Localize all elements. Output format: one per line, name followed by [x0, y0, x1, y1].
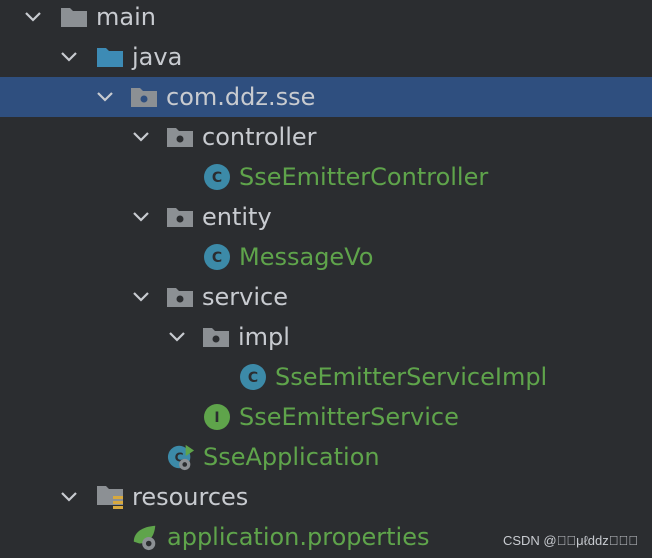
svg-text:C: C	[212, 250, 222, 266]
tree-item-label: entity	[202, 203, 272, 231]
package-icon	[166, 203, 194, 231]
tree-item-label: impl	[238, 323, 290, 351]
class-icon: C	[239, 363, 267, 391]
tree-item-service-interface[interactable]: I SseEmitterService	[0, 397, 652, 437]
tree-item-label: application.properties	[167, 523, 430, 551]
tree-item-label: SseEmitterService	[239, 403, 459, 431]
project-tree: main java com.ddz.sse controller C SseEm…	[0, 0, 652, 558]
chevron-down-icon[interactable]	[94, 86, 116, 108]
tree-item-entity-class[interactable]: C MessageVo	[0, 237, 652, 277]
tree-item-impl-class[interactable]: C SseEmitterServiceImpl	[0, 357, 652, 397]
tree-item-resources[interactable]: resources	[0, 477, 652, 517]
svg-text:C: C	[248, 370, 258, 386]
tree-item-entity[interactable]: entity	[0, 197, 652, 237]
tree-item-application[interactable]: C SseApplication	[0, 437, 652, 477]
tree-item-label: SseApplication	[203, 443, 380, 471]
interface-icon: I	[203, 403, 231, 431]
class-icon: C	[203, 243, 231, 271]
package-icon	[130, 83, 158, 111]
chevron-down-icon[interactable]	[130, 286, 152, 308]
spring-properties-icon	[131, 523, 159, 551]
spring-boot-class-icon: C	[167, 443, 195, 471]
tree-item-controller-class[interactable]: C SseEmitterController	[0, 157, 652, 197]
tree-item-controller[interactable]: controller	[0, 117, 652, 157]
folder-icon	[60, 3, 88, 31]
chevron-down-icon[interactable]	[130, 206, 152, 228]
svg-text:C: C	[212, 170, 222, 186]
chevron-down-icon[interactable]	[166, 326, 188, 348]
package-icon	[202, 323, 230, 351]
tree-item-package[interactable]: com.ddz.sse	[0, 77, 652, 117]
package-icon	[166, 123, 194, 151]
tree-item-service[interactable]: service	[0, 277, 652, 317]
chevron-down-icon[interactable]	[130, 126, 152, 148]
tree-item-label: controller	[202, 123, 317, 151]
tree-item-label: resources	[132, 483, 249, 511]
tree-item-impl[interactable]: impl	[0, 317, 652, 357]
tree-item-java[interactable]: java	[0, 37, 652, 77]
tree-item-label: main	[96, 3, 156, 31]
tree-item-label: service	[202, 283, 288, 311]
tree-item-label: SseEmitterServiceImpl	[275, 363, 548, 391]
package-icon	[166, 283, 194, 311]
tree-item-label: SseEmitterController	[239, 163, 489, 191]
class-icon: C	[203, 163, 231, 191]
resources-folder-icon	[96, 483, 124, 511]
svg-text:I: I	[214, 410, 219, 426]
tree-item-label: com.ddz.sse	[166, 83, 316, 111]
source-folder-icon	[96, 43, 124, 71]
tree-item-label: java	[132, 43, 183, 71]
watermark: CSDN @  μℓddz   	[502, 533, 638, 548]
tree-item-main[interactable]: main	[0, 0, 652, 37]
chevron-down-icon[interactable]	[22, 6, 44, 28]
chevron-down-icon[interactable]	[58, 46, 80, 68]
chevron-down-icon[interactable]	[58, 486, 80, 508]
tree-item-label: MessageVo	[239, 243, 374, 271]
